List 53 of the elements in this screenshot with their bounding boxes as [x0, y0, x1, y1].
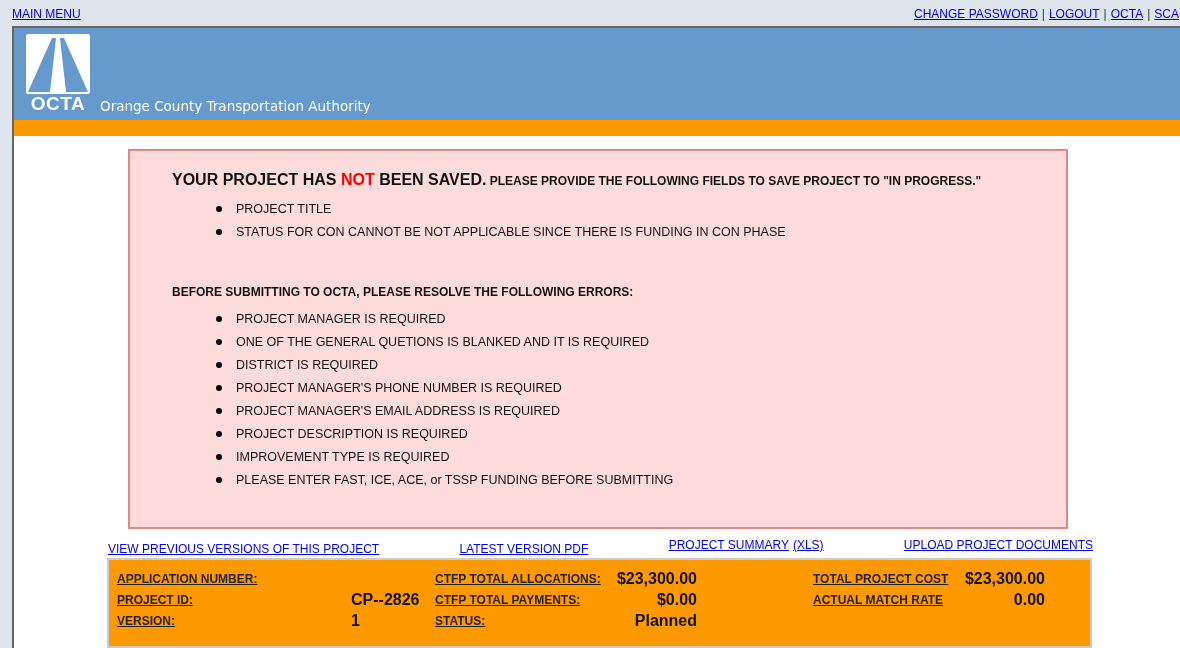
top-nav-link[interactable]: OCTA — [1110, 7, 1144, 21]
xls-link[interactable]: (XLS) — [792, 538, 824, 552]
top-nav-link[interactable]: SCA — [1154, 7, 1179, 21]
field-value: CP--2826 — [351, 590, 421, 609]
link-separator: | — [1041, 7, 1045, 21]
field-label: STATUS: — [435, 613, 486, 628]
error-item: PROJECT MANAGER'S EMAIL ADDRESS IS REQUIRED — [236, 403, 560, 418]
bullet-icon — [216, 453, 222, 460]
field-label: VERSION: — [117, 613, 175, 628]
field-label: ACTUAL MATCH RATE — [813, 592, 943, 607]
latest-pdf-link[interactable]: LATEST VERSION PDF — [459, 542, 589, 556]
organization-name: Orange County Transportation Authority — [100, 98, 371, 116]
bullet-icon — [216, 338, 222, 345]
field-label: APPLICATION NUMBER: — [117, 571, 258, 586]
field-value: 1 — [351, 611, 361, 630]
project-summary-link[interactable]: PROJECT SUMMARY — [668, 538, 789, 552]
error-item: PROJECT MANAGER'S PHONE NUMBER IS REQUIRED — [236, 380, 562, 395]
field-value: $23,300.00 — [616, 569, 697, 588]
previous-versions-link[interactable]: VIEW PREVIOUS VERSIONS OF THIS PROJECT — [108, 542, 380, 556]
error-item: STATUS FOR CON CANNOT BE NOT APPLICABLE SINCE THERE IS FUNDING IN CON PHASE — [236, 224, 786, 239]
logo-wordmark: OCTA — [30, 94, 86, 114]
error-item: DISTRICT IS REQUIRED — [236, 357, 379, 372]
road-logo-icon — [26, 34, 90, 94]
error-item: PLEASE ENTER FAST, ICE, ACE, or TSSP FUNDING BEFORE SUBMITTING — [236, 472, 674, 487]
bullet-icon — [216, 384, 222, 391]
field-value: 0.00 — [1013, 590, 1045, 609]
error-item: PROJECT DESCRIPTION IS REQUIRED — [236, 426, 468, 441]
save-warning-text: YOUR PROJECT HAS NOT BEEN SAVED. PLEASE PROVIDE THE FOLLOWING FIELDS TO SAVE PROJECT TO "IN PROGRESS." — [172, 171, 983, 189]
top-nav-link[interactable]: CHANGE PASSWORD — [914, 7, 1038, 21]
bullet-icon — [216, 476, 222, 483]
bullet-icon — [216, 205, 222, 212]
link-separator: | — [1147, 7, 1151, 21]
link-separator: | — [1103, 7, 1107, 21]
field-value: Planned — [634, 611, 697, 630]
bullet-icon — [216, 361, 222, 368]
bullet-icon — [216, 430, 222, 437]
errors-heading: BEFORE SUBMITTING TO OCTA, PLEASE RESOLVE THE FOLLOWING ERRORS: — [172, 285, 635, 299]
field-value: $23,300.00 — [964, 569, 1045, 588]
bullet-icon — [216, 315, 222, 322]
field-label: CTFP TOTAL ALLOCATIONS: — [435, 571, 601, 586]
upload-documents-link[interactable]: UPLOAD PROJECT DOCUMENTS — [903, 538, 1093, 552]
main-menu-link[interactable]: MAIN MENU — [12, 7, 81, 21]
error-item: PROJECT MANAGER IS REQUIRED — [236, 311, 446, 326]
bullet-icon — [216, 228, 222, 235]
field-label: TOTAL PROJECT COST — [813, 571, 949, 586]
error-item: IMPROVEMENT TYPE IS REQUIRED — [236, 449, 450, 464]
top-nav-link[interactable]: LOGOUT — [1048, 7, 1100, 21]
bullet-icon — [216, 407, 222, 414]
error-item: PROJECT TITLE — [236, 201, 332, 216]
field-label: CTFP TOTAL PAYMENTS: — [435, 592, 581, 607]
field-value: $0.00 — [656, 590, 697, 609]
error-item: ONE OF THE GENERAL QUETIONS IS BLANKED AND IT IS REQUIRED — [236, 334, 650, 349]
field-label: PROJECT ID: — [117, 592, 193, 607]
